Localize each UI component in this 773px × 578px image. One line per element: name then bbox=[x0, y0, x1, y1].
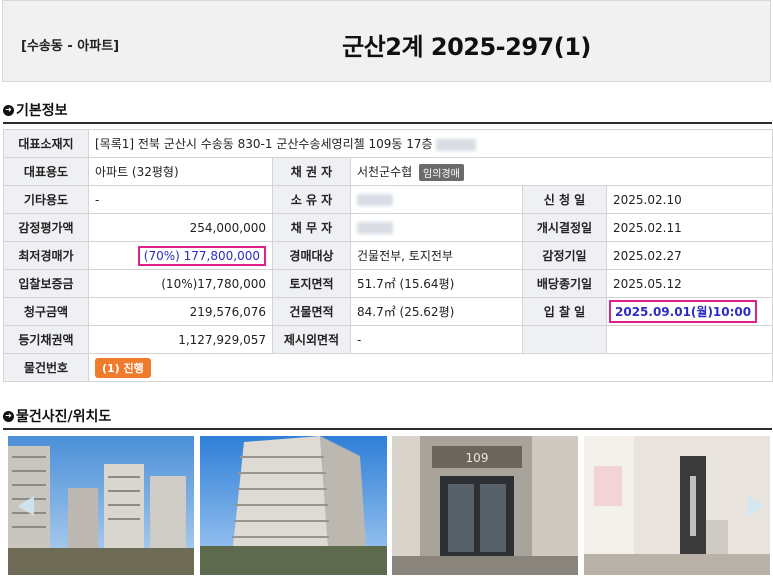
item-status-badge[interactable]: (1) 진행 bbox=[95, 357, 151, 378]
redacted-debtor bbox=[357, 222, 393, 234]
claim-label: 청구금액 bbox=[3, 297, 89, 326]
auction-target-value: 건물전부, 토지전부 bbox=[350, 241, 523, 270]
next-photo-arrow-icon[interactable] bbox=[748, 496, 764, 516]
address-label: 대표소재지 bbox=[3, 129, 89, 158]
owner-value bbox=[350, 185, 523, 214]
photo-gallery: 109 bbox=[8, 436, 770, 575]
appraisal-label: 감정평가액 bbox=[3, 213, 89, 242]
request-date-label: 신 청 일 bbox=[522, 185, 607, 214]
creditor-label: 채 권 자 bbox=[272, 157, 351, 186]
bid-date-value: 2025.09.01(월)10:00 bbox=[609, 300, 758, 323]
svg-text:109: 109 bbox=[466, 451, 489, 465]
arrow-bullet-icon: ➜ bbox=[3, 104, 14, 116]
owner-label: 소 유 자 bbox=[272, 185, 351, 214]
bid-date-cell: 2025.09.01(월)10:00 bbox=[606, 297, 773, 326]
arrow-bullet-icon: ➜ bbox=[3, 410, 14, 422]
bid-date-label: 입 찰 일 bbox=[522, 297, 607, 326]
item-no-label: 물건번호 bbox=[3, 353, 89, 382]
excluded-area-value: - bbox=[350, 325, 523, 354]
auction-type-badge: 임의경매 bbox=[419, 163, 464, 181]
building-area-label: 건물면적 bbox=[272, 297, 351, 326]
empty-value-cell bbox=[606, 325, 773, 354]
start-decision-value: 2025.02.11 bbox=[606, 213, 773, 242]
other-use-value: - bbox=[88, 185, 273, 214]
creditor-value: 서천군수협 임의경매 bbox=[350, 157, 773, 186]
appraisal-date-label: 감정기일 bbox=[522, 241, 607, 270]
interior-hallway-photo[interactable] bbox=[584, 436, 770, 575]
redacted-owner bbox=[357, 194, 393, 206]
previous-photo-arrow-icon[interactable] bbox=[18, 496, 34, 516]
registered-claim-value: 1,127,929,057 bbox=[88, 325, 273, 354]
dividend-end-label: 배당종기일 bbox=[522, 269, 607, 298]
redacted-unit bbox=[436, 138, 477, 151]
main-use-value: 아파트 (32평형) bbox=[88, 157, 273, 186]
photos-heading: ➜ 물건사진/위치도 bbox=[3, 406, 111, 426]
claim-value: 219,576,076 bbox=[88, 297, 273, 326]
case-number-title: 군산2계 2025-297(1) bbox=[342, 33, 591, 61]
registered-claim-label: 등기채권액 bbox=[3, 325, 89, 354]
building-exterior-photo[interactable] bbox=[8, 436, 194, 575]
tower-photo[interactable] bbox=[200, 436, 387, 575]
start-decision-label: 개시결정일 bbox=[522, 213, 607, 242]
building-area-value: 84.7㎡ (25.62평) bbox=[350, 297, 523, 326]
land-area-value: 51.7㎡ (15.64평) bbox=[350, 269, 523, 298]
auction-target-label: 경매대상 bbox=[272, 241, 351, 270]
section-divider bbox=[3, 122, 772, 124]
empty-label-cell bbox=[522, 325, 607, 354]
section-divider bbox=[3, 428, 772, 430]
main-use-label: 대표용도 bbox=[3, 157, 89, 186]
case-header: [수송동 - 아파트] 군산2계 2025-297(1) bbox=[2, 0, 771, 82]
request-date-value: 2025.02.10 bbox=[606, 185, 773, 214]
appraisal-date-value: 2025.02.27 bbox=[606, 241, 773, 270]
basic-info-heading: ➜ 기본정보 bbox=[3, 100, 68, 120]
deposit-label: 입찰보증금 bbox=[3, 269, 89, 298]
debtor-label: 채 무 자 bbox=[272, 213, 351, 242]
entrance-photo[interactable]: 109 bbox=[392, 436, 578, 575]
excluded-area-label: 제시외면적 bbox=[272, 325, 351, 354]
other-use-label: 기타용도 bbox=[3, 185, 89, 214]
min-price-cell: (70%) 177,800,000 bbox=[88, 241, 273, 270]
min-price-label: 최저경매가 bbox=[3, 241, 89, 270]
deposit-value: (10%)17,780,000 bbox=[88, 269, 273, 298]
dividend-end-value: 2025.05.12 bbox=[606, 269, 773, 298]
basic-info-title: 기본정보 bbox=[16, 103, 68, 119]
debtor-value bbox=[350, 213, 523, 242]
basic-info-table: 대표소재지 [목록1] 전북 군산시 수송동 830-1 군산수송세영리첼 10… bbox=[3, 129, 773, 382]
photos-title: 물건사진/위치도 bbox=[16, 409, 112, 425]
address-value: [목록1] 전북 군산시 수송동 830-1 군산수송세영리첼 109동 17층 bbox=[88, 129, 773, 158]
min-price-value: (70%) 177,800,000 bbox=[137, 245, 266, 266]
item-no-cell: (1) 진행 bbox=[88, 353, 773, 382]
land-area-label: 토지면적 bbox=[272, 269, 351, 298]
appraisal-value: 254,000,000 bbox=[88, 213, 273, 242]
